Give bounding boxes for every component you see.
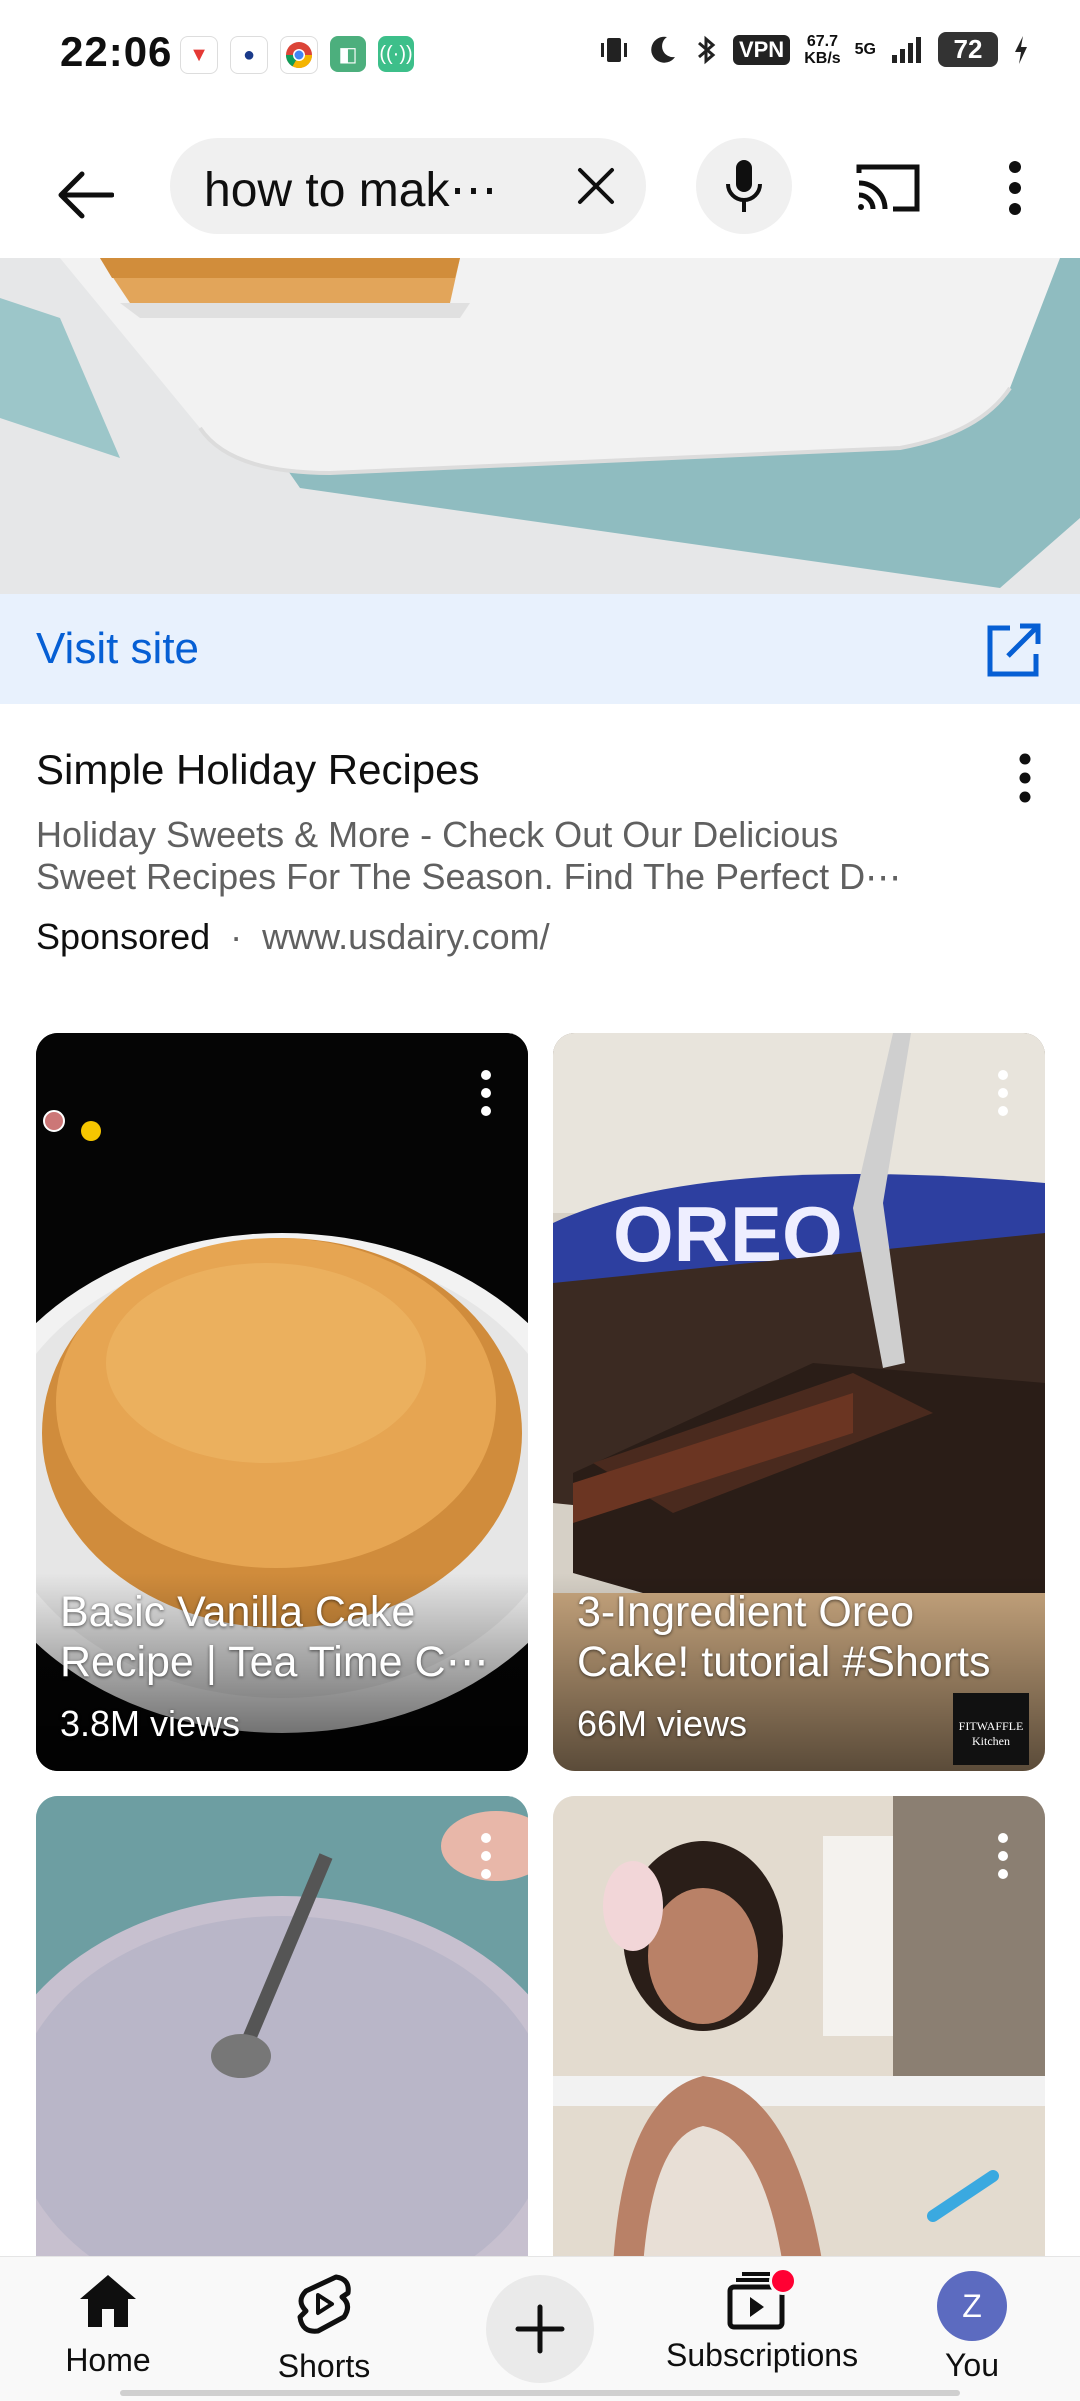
signal-icon [892,36,921,63]
visit-site-bar[interactable]: Visit site [0,594,1080,704]
short-views: 3.8M views [60,1703,241,1744]
more-options-button[interactable] [990,148,1040,228]
voice-search-button[interactable] [696,138,792,234]
nav-subscriptions[interactable]: Subscriptions [666,2267,859,2374]
short-card[interactable]: OREO FITWAFFLE Kitchen 3-Ingredient Oreo… [553,1033,1045,1771]
hotspot-icon: ((·)) [378,36,414,72]
short-more-button[interactable] [466,1826,506,1886]
sponsored-label: Sponsored [36,916,211,957]
network-type: 5G [855,41,876,58]
short-card[interactable]: Basic Vanilla Cake Recipe | Tea Time C⋯ … [36,1033,528,1771]
meta-separator: · [230,916,243,957]
charging-icon [1015,35,1027,64]
battery-level: 72 [938,32,998,67]
search-header: how to mak⋯ [0,110,1080,260]
speed-value: 67.7 [806,32,838,50]
search-input[interactable]: how to mak⋯ [170,138,646,234]
short-more-button[interactable] [466,1063,506,1123]
cat-app-icon: ● [230,36,268,74]
status-bar: 22:06 ▼ ● ◧ ((·)) VPN 67.7 KB/s 5G 72 [0,0,1080,110]
more-vert-icon [998,1833,1008,1879]
baking-pan-illustration [0,258,1080,594]
short-title: Basic Vanilla Cake Recipe | Tea Time C⋯ [60,1588,489,1686]
more-vert-icon [1009,161,1021,215]
ad-title[interactable]: Simple Holiday Recipes [36,746,480,794]
clear-search-button[interactable] [566,156,626,216]
cast-icon [856,164,920,212]
microphone-icon [726,160,762,212]
search-query-text: how to mak⋯ [204,164,498,217]
short-views: 66M views [577,1703,748,1744]
more-vert-icon [1019,753,1031,803]
short-more-button[interactable] [983,1063,1023,1123]
nav-home[interactable]: Home [18,2271,198,2379]
nav-you-label: You [945,2347,999,2383]
nav-shorts-label: Shorts [277,2348,371,2384]
status-indicators: VPN 67.7 KB/s 5G 72 [597,32,1030,67]
ad-meta: Sponsored · www.usdairy.com/ [36,916,550,958]
close-icon [578,168,614,204]
avatar: Z [937,2271,1007,2341]
ad-url: www.usdairy.com/ [262,916,550,957]
home-icon [80,2275,136,2327]
create-button[interactable] [486,2275,594,2383]
nav-subscriptions-label: Subscriptions [666,2337,859,2373]
shorts-icon [297,2274,351,2334]
cast-button[interactable] [840,148,936,228]
short-title: 3-Ingredient Oreo Cake! tutorial #Shorts [577,1588,991,1686]
short-card[interactable] [553,1796,1045,2266]
ad-media-image[interactable] [0,258,1080,594]
ad-more-button[interactable] [1000,748,1050,808]
arrow-left-icon [58,171,114,219]
bluetooth-icon [697,35,716,64]
chrome-icon [280,36,318,74]
gesture-bar [120,2390,960,2396]
ad-description: Holiday Sweets & More - Check Out Our De… [36,814,902,897]
speed-unit: KB/s [804,49,841,67]
short-thumbnail [36,1796,528,2266]
open-external-icon[interactable] [984,620,1044,680]
vpn-badge: VPN [732,34,791,65]
network-label: 5G [854,41,876,58]
status-app-icons: ▼ ● ◧ ((·)) [180,36,414,74]
moon-icon [651,36,675,63]
more-vert-icon [481,1070,491,1116]
short-card[interactable] [36,1796,528,2266]
bottom-navigation: Home Shorts Subscriptions Z You [0,2256,1080,2401]
more-vert-icon [998,1070,1008,1116]
network-speed: 67.7 KB/s [804,33,840,67]
nav-home-label: Home [65,2342,151,2378]
short-more-button[interactable] [983,1826,1023,1886]
notification-dot [769,2267,797,2295]
nav-shorts[interactable]: Shorts [234,2271,414,2385]
ad-info[interactable]: Simple Holiday Recipes Holiday Sweets & … [0,704,1080,1004]
nav-you[interactable]: Z You [882,2271,1062,2384]
app-green-icon: ◧ [330,36,366,72]
vibrate-icon [600,37,627,62]
more-vert-icon [481,1833,491,1879]
app-notification-icon: ▼ [180,36,218,74]
visit-site-link[interactable]: Visit site [36,624,199,674]
back-button[interactable] [40,150,130,240]
status-time: 22:06 [60,28,173,75]
fitwaffle-logo: FITWAFFLE Kitchen [958,1719,1024,1748]
short-thumbnail [553,1796,1045,2266]
plus-icon [515,2304,565,2354]
